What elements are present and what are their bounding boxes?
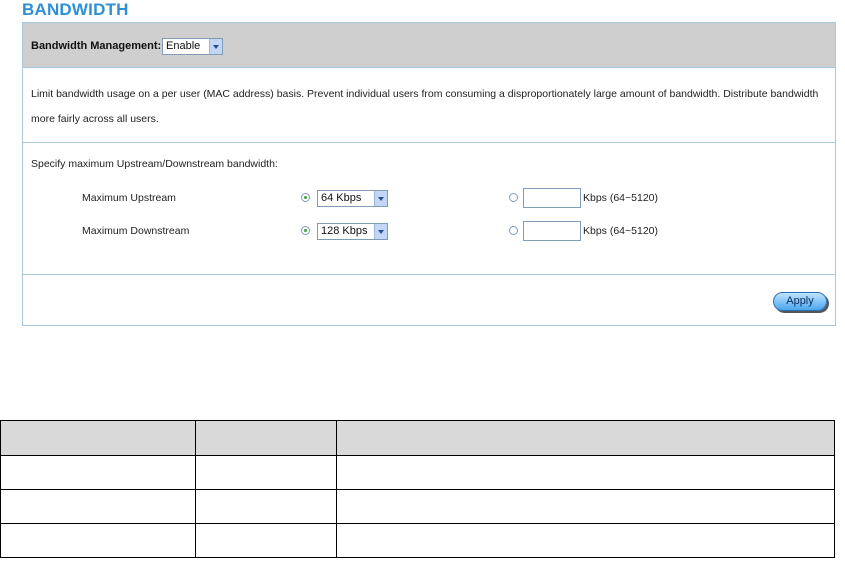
max-upstream-label: Maximum Upstream — [82, 192, 176, 204]
upstream-custom-input[interactable] — [523, 188, 581, 208]
upstream-preset-select[interactable]: 64 Kbps — [317, 190, 388, 207]
chevron-down-icon — [209, 39, 222, 54]
downstream-preset-select[interactable]: 128 Kbps — [317, 223, 388, 240]
table-cell — [0, 489, 196, 524]
bandwidth-management-label: Bandwidth Management: — [31, 40, 162, 52]
table-row — [0, 523, 835, 558]
table-cell — [195, 523, 337, 558]
max-downstream-label: Maximum Downstream — [82, 225, 190, 237]
table-cell — [195, 489, 337, 524]
table-cell — [0, 523, 196, 558]
chevron-down-icon — [374, 191, 387, 206]
spec-section: Specify maximum Upstream/Downstream band… — [23, 143, 835, 275]
panel-header: Bandwidth Management: Enable — [23, 23, 835, 68]
apply-button[interactable]: Apply — [773, 292, 827, 311]
table-header-cell — [195, 420, 337, 456]
upstream-preset-radio[interactable] — [301, 193, 310, 202]
table-header-row — [0, 420, 835, 456]
upstream-range-hint: Kbps (64~5120) — [583, 192, 659, 204]
downstream-custom-radio[interactable] — [509, 226, 518, 235]
page-title: BANDWIDTH — [22, 0, 129, 19]
table-cell — [336, 523, 835, 558]
table-row — [0, 455, 835, 490]
downstream-custom-input[interactable] — [523, 221, 581, 241]
table-cell — [336, 455, 835, 490]
table-cell — [195, 455, 337, 490]
table-header-cell — [0, 420, 196, 456]
downstream-range-hint: Kbps (64~5120) — [583, 225, 659, 237]
description-section: Limit bandwidth usage on a per user (MAC… — [23, 68, 835, 143]
table-row — [0, 489, 835, 524]
bandwidth-management-select[interactable]: Enable — [162, 38, 223, 55]
chevron-down-icon — [374, 224, 387, 239]
upstream-custom-radio[interactable] — [509, 193, 518, 202]
bandwidth-management-value: Enable — [166, 40, 201, 52]
downstream-preset-value: 128 Kbps — [321, 225, 368, 237]
bandwidth-panel: Bandwidth Management: Enable Limit bandw… — [22, 22, 836, 326]
table-cell — [0, 455, 196, 490]
upstream-preset-value: 64 Kbps — [321, 192, 362, 204]
spec-label: Specify maximum Upstream/Downstream band… — [31, 158, 278, 170]
description-text: Limit bandwidth usage on a per user (MAC… — [31, 88, 819, 125]
table-header-cell — [336, 420, 835, 456]
downstream-preset-radio[interactable] — [301, 226, 310, 235]
reference-table — [0, 420, 835, 558]
table-cell — [336, 489, 835, 524]
